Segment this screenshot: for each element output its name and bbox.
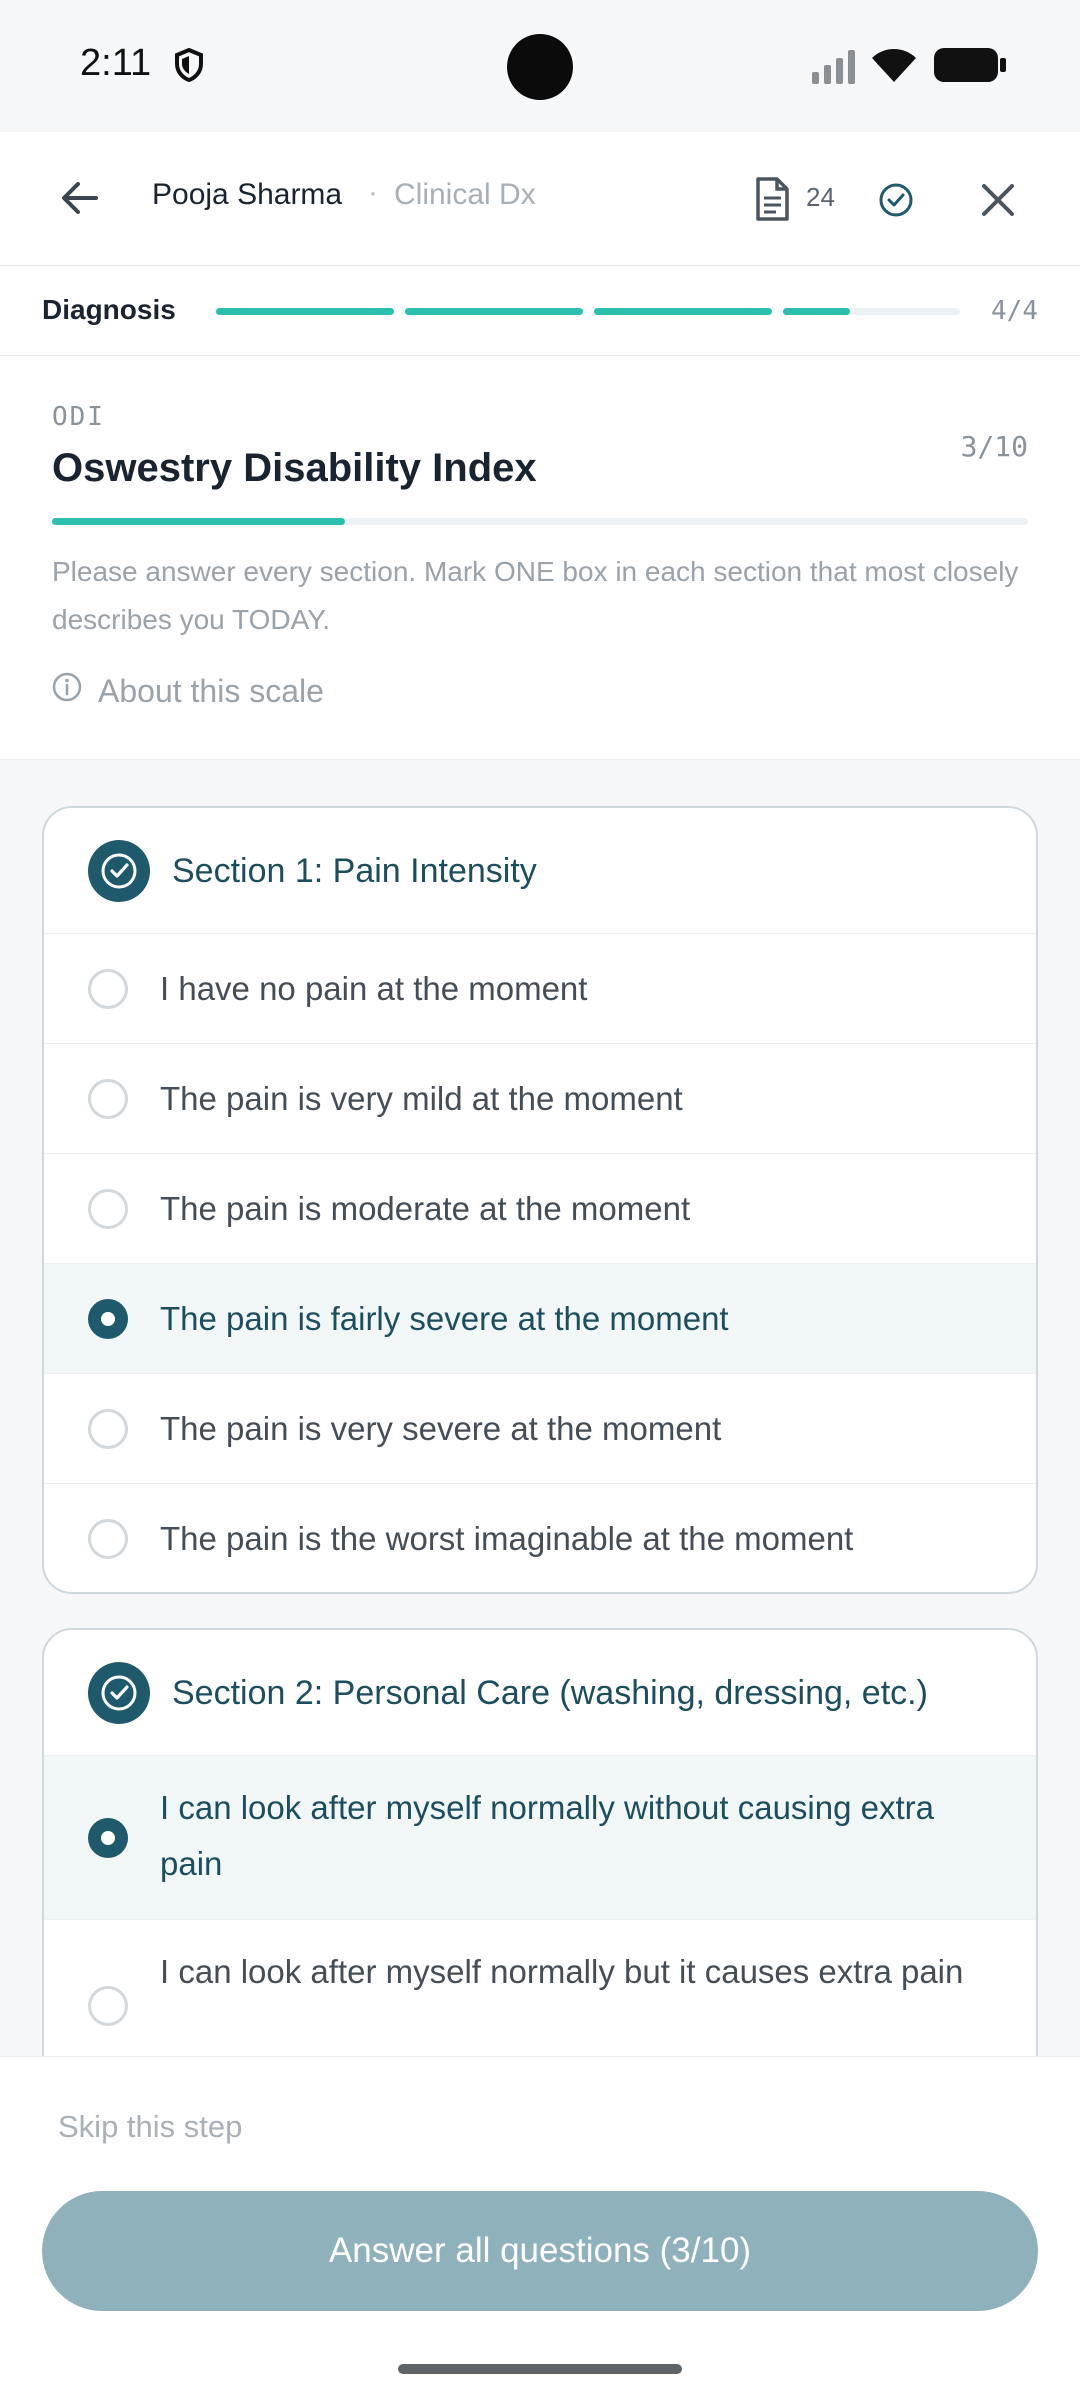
document-icon[interactable] — [752, 176, 792, 227]
battery-icon — [934, 48, 1006, 87]
radio-button[interactable] — [88, 1519, 128, 1559]
option-row-selected[interactable]: The pain is fairly severe at the moment — [44, 1264, 1036, 1374]
document-count: 24 — [806, 182, 835, 212]
bottom-actions: Skip this step Answer all questions (3/1… — [0, 2056, 1080, 2400]
question-count: 3/10 — [960, 430, 1028, 463]
about-scale-link[interactable]: About this scale — [52, 672, 324, 710]
option-label: The pain is very severe at the moment — [160, 1410, 722, 1447]
option-label: The pain is the worst imaginable at the … — [160, 1520, 854, 1557]
step-segment-4 — [783, 308, 960, 315]
step-count: 4/4 — [991, 296, 1038, 326]
status-bar: 2:11 — [0, 0, 1080, 132]
wifi-icon — [870, 46, 918, 89]
scale-title: Oswestry Disability Index — [52, 446, 537, 490]
scale-code: ODI — [52, 402, 105, 432]
option-label: The pain is fairly severe at the moment — [160, 1300, 729, 1337]
radio-button[interactable] — [88, 1409, 128, 1449]
option-row-selected[interactable]: I can look after myself normally without… — [44, 1756, 1036, 1920]
header-context: Clinical Dx — [394, 178, 536, 211]
patient-name: Pooja Sharma — [152, 178, 343, 211]
app-header: Pooja Sharma · Clinical Dx 24 — [0, 132, 1080, 266]
scale-progress-bar — [52, 518, 1028, 525]
step-segment-3 — [594, 308, 772, 315]
status-time: 2:11 — [80, 42, 152, 84]
check-circle-icon[interactable] — [878, 182, 914, 223]
option-row[interactable]: The pain is very severe at the moment — [44, 1374, 1036, 1484]
about-scale-label: About this scale — [98, 672, 324, 709]
section-complete-badge — [88, 840, 150, 902]
radio-button-selected[interactable] — [88, 1818, 128, 1858]
signal-icon — [812, 50, 858, 89]
section-complete-badge — [88, 1662, 150, 1724]
step-label: Diagnosis — [42, 294, 176, 325]
camera-cutout — [507, 34, 573, 100]
option-row[interactable]: I have no pain at the moment — [44, 934, 1036, 1044]
step-segment-2 — [405, 308, 583, 315]
section-header[interactable]: Section 1: Pain Intensity — [44, 808, 1036, 934]
radio-button[interactable] — [88, 1079, 128, 1119]
section-title: Section 1: Pain Intensity — [172, 852, 537, 890]
info-icon — [52, 672, 82, 710]
home-indicator[interactable] — [398, 2364, 682, 2374]
radio-button[interactable] — [88, 969, 128, 1009]
option-row[interactable]: The pain is the worst imaginable at the … — [44, 1484, 1036, 1592]
option-row[interactable]: The pain is moderate at the moment — [44, 1154, 1036, 1264]
section-header[interactable]: Section 2: Personal Care (washing, dress… — [44, 1630, 1036, 1756]
radio-button[interactable] — [88, 1986, 128, 2026]
shield-icon — [174, 47, 204, 87]
radio-button-selected[interactable] — [88, 1299, 128, 1339]
option-label: The pain is moderate at the moment — [160, 1190, 691, 1227]
section-card-2: Section 2: Personal Care (washing, dress… — [42, 1628, 1038, 2108]
section-title: Section 2: Personal Care (washing, dress… — [172, 1674, 928, 1712]
answer-all-button[interactable]: Answer all questions (3/10) — [42, 2191, 1038, 2311]
back-button[interactable] — [56, 174, 104, 222]
option-row[interactable]: The pain is very mild at the moment — [44, 1044, 1036, 1154]
skip-step-link[interactable]: Skip this step — [58, 2109, 242, 2145]
scale-info: ODI Oswestry Disability Index 3/10 Pleas… — [0, 356, 1080, 760]
section-card-1: Section 1: Pain Intensity I have no pain… — [42, 806, 1038, 1594]
step-segments — [216, 308, 960, 315]
radio-button[interactable] — [88, 1189, 128, 1229]
step-segment-1 — [216, 308, 394, 315]
option-label: I can look after myself normally but it … — [160, 1953, 964, 1990]
option-label: I have no pain at the moment — [160, 970, 588, 1007]
header-separator: · — [368, 176, 378, 209]
option-label: The pain is very mild at the moment — [160, 1080, 683, 1117]
option-label: I can look after myself normally without… — [160, 1789, 935, 1882]
scale-instructions: Please answer every section. Mark ONE bo… — [52, 556, 1019, 635]
step-progress: Diagnosis 4/4 — [0, 266, 1080, 356]
close-button[interactable] — [976, 178, 1020, 227]
